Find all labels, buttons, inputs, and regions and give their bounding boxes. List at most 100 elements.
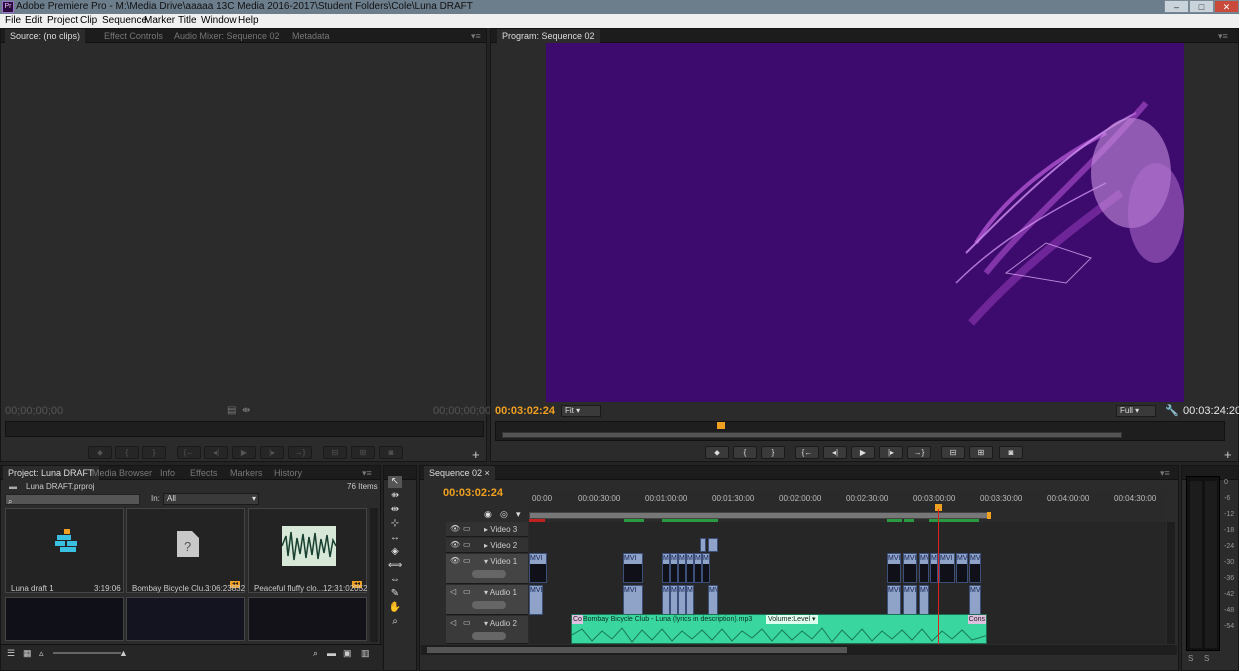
- go-to-in-icon[interactable]: {←: [795, 446, 819, 459]
- volume-dropdown[interactable]: Volume:Level ▾: [766, 615, 818, 624]
- in-dropdown[interactable]: All ▾: [163, 493, 259, 505]
- zoom-in-icon[interactable]: ▲: [119, 648, 128, 658]
- go-to-out-icon[interactable]: →}: [907, 446, 931, 459]
- add-marker-icon[interactable]: ⬥: [88, 446, 112, 459]
- wrench-icon[interactable]: 🔧: [1165, 404, 1179, 417]
- quality-dropdown[interactable]: Full ▾: [1116, 405, 1156, 417]
- add-button-icon[interactable]: +: [472, 447, 480, 462]
- mark-out-icon[interactable]: }: [142, 446, 166, 459]
- go-to-in-icon[interactable]: {←: [177, 446, 201, 459]
- close-icon[interactable]: ✕: [1214, 0, 1239, 13]
- rolling-edit-icon[interactable]: ⊹: [388, 518, 402, 530]
- program-timecode[interactable]: 00:03:02:24: [495, 405, 555, 417]
- video-clip[interactable]: [700, 538, 706, 552]
- video-clip[interactable]: MVI: [930, 553, 938, 583]
- slide-icon[interactable]: ⇔: [388, 574, 402, 586]
- zoom-bar[interactable]: [502, 432, 1122, 438]
- lock-icon[interactable]: ▭: [463, 556, 471, 565]
- step-back-icon[interactable]: ◂|: [823, 446, 847, 459]
- zoom-icon[interactable]: ⌕: [388, 616, 402, 628]
- project-item[interactable]: ◂◂: [248, 508, 367, 593]
- select-tool-icon[interactable]: ↖: [388, 476, 402, 488]
- menu-edit[interactable]: Edit: [25, 14, 42, 28]
- track-keyframe-control[interactable]: [472, 601, 506, 609]
- menu-sequence[interactable]: Sequence: [102, 14, 147, 28]
- video-clip[interactable]: MVI: [903, 553, 917, 583]
- video-clip[interactable]: MVI: [623, 553, 643, 583]
- video-clip[interactable]: MVI: [686, 553, 694, 583]
- eye-icon[interactable]: 👁: [450, 540, 460, 549]
- snap-icon[interactable]: ◉: [484, 509, 492, 520]
- lock-icon[interactable]: ▭: [463, 524, 471, 533]
- audio-clip[interactable]: MVI: [670, 585, 678, 615]
- step-back-icon[interactable]: ◂|: [204, 446, 228, 459]
- project-item[interactable]: ? ◂◂: [126, 508, 245, 593]
- timeline-hscroll-thumb[interactable]: [427, 647, 847, 653]
- audio-clip[interactable]: MVI: [969, 585, 981, 615]
- step-forward-icon[interactable]: |▸: [879, 446, 903, 459]
- icon-view-icon[interactable]: ▦: [23, 648, 32, 659]
- tab-source[interactable]: Source: (no clips): [5, 29, 86, 43]
- menu-marker[interactable]: Marker: [144, 14, 175, 28]
- work-area-end[interactable]: [987, 512, 991, 519]
- project-scrollbar[interactable]: [370, 508, 378, 642]
- video-clip[interactable]: MVI: [702, 553, 710, 583]
- source-scrubber[interactable]: [5, 421, 484, 437]
- speaker-icon[interactable]: ◁: [450, 618, 456, 627]
- video-clip[interactable]: MVI: [919, 553, 929, 583]
- add-marker-icon[interactable]: ⬥: [705, 446, 729, 459]
- timeline-timecode[interactable]: 00:03:02:24: [443, 487, 503, 499]
- camera-icon[interactable]: ◙: [999, 446, 1023, 459]
- go-to-out-icon[interactable]: →}: [288, 446, 312, 459]
- panel-menu-icon[interactable]: ▾≡: [466, 29, 486, 43]
- track-keyframe-control[interactable]: [472, 632, 506, 640]
- project-item[interactable]: [5, 597, 124, 641]
- search-input[interactable]: ⌕: [5, 494, 140, 506]
- rate-stretch-icon[interactable]: ↔: [388, 532, 402, 544]
- tab-markers[interactable]: Markers: [225, 466, 268, 480]
- eye-icon[interactable]: 👁: [450, 524, 460, 533]
- fit-dropdown[interactable]: Fit ▾: [561, 405, 601, 417]
- minimize-icon[interactable]: –: [1164, 0, 1189, 13]
- program-scrubber[interactable]: [495, 421, 1225, 441]
- panel-menu-icon[interactable]: ▾≡: [1155, 466, 1175, 480]
- step-forward-icon[interactable]: |▸: [260, 446, 284, 459]
- list-view-icon[interactable]: ☰: [7, 648, 15, 659]
- audio-clip[interactable]: MVI: [678, 585, 686, 615]
- overwrite-icon[interactable]: ⊞: [351, 446, 375, 459]
- play-icon[interactable]: ▶: [232, 446, 256, 459]
- panel-menu-icon[interactable]: ▾≡: [357, 466, 377, 480]
- link-icon[interactable]: ◎: [500, 509, 508, 520]
- video-clip[interactable]: MVI: [956, 553, 968, 583]
- video-clip[interactable]: MVI: [887, 553, 901, 583]
- timeline-hscroll[interactable]: [421, 645, 1177, 655]
- audio-clip[interactable]: MVI: [529, 585, 544, 615]
- eye-icon[interactable]: 👁: [450, 556, 460, 565]
- video-clip[interactable]: MVI: [662, 553, 670, 583]
- video-clip[interactable]: MVI: [694, 553, 702, 583]
- playhead-marker[interactable]: [717, 422, 725, 429]
- video-clip[interactable]: MVI: [670, 553, 678, 583]
- tab-audio-mixer[interactable]: Audio Mixer: Sequence 02: [169, 29, 285, 43]
- speaker-icon[interactable]: ◁: [450, 587, 456, 596]
- audio-clip[interactable]: MVI: [623, 585, 643, 615]
- tab-info[interactable]: Info: [155, 466, 180, 480]
- add-button-icon[interactable]: +: [1224, 447, 1232, 462]
- find-icon[interactable]: ⌕: [313, 648, 318, 659]
- project-item[interactable]: [126, 597, 245, 641]
- tab-program[interactable]: Program: Sequence 02: [497, 29, 600, 43]
- output-icon[interactable]: ⇼: [242, 405, 250, 416]
- slip-icon[interactable]: ⟺: [388, 560, 402, 572]
- tab-metadata[interactable]: Metadata: [287, 29, 335, 43]
- video-clip[interactable]: MVI: [939, 553, 955, 583]
- lock-icon[interactable]: ▭: [463, 540, 471, 549]
- audio-clip[interactable]: MVI: [662, 585, 670, 615]
- trash-icon[interactable]: ▥: [361, 648, 370, 659]
- audio-clip-main[interactable]: Co Bombay Bicycle Club - Luna (lyrics in…: [571, 614, 987, 644]
- safe-margin-icon[interactable]: ▤: [227, 405, 236, 416]
- tab-media-browser[interactable]: Media Browser: [87, 466, 157, 480]
- new-bin-icon[interactable]: ▬: [327, 648, 336, 658]
- lift-icon[interactable]: ⊟: [941, 446, 965, 459]
- ripple-edit-icon[interactable]: ⇹: [388, 504, 402, 516]
- project-item[interactable]: [5, 508, 124, 593]
